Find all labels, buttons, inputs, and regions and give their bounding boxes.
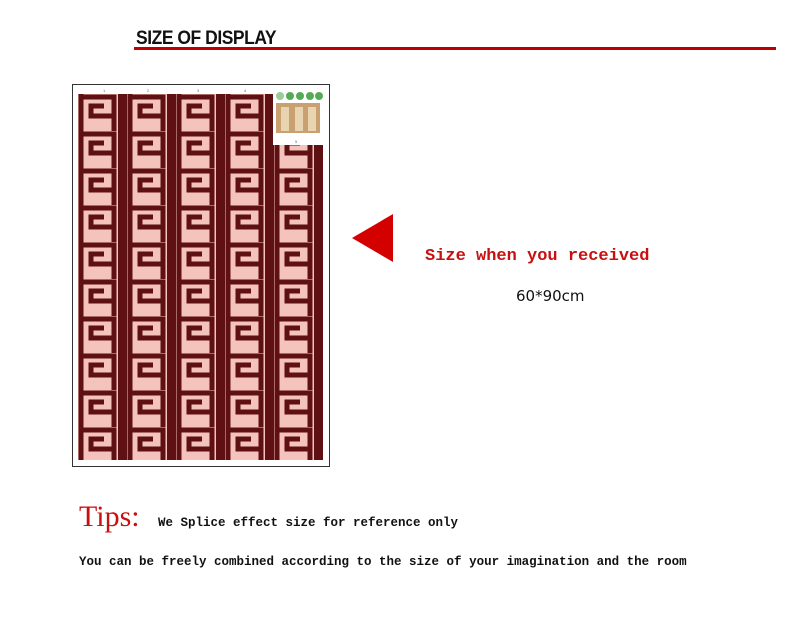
received-size-label: Size when you received bbox=[425, 247, 650, 266]
greek-key-pattern-image: 1 2 3 4 5 bbox=[78, 88, 325, 460]
tip-line-1: We Splice effect size for reference only bbox=[158, 516, 459, 530]
size-value: 60*90cm bbox=[516, 287, 585, 305]
tips-label: Tips: bbox=[79, 500, 140, 533]
strip-number: 2 bbox=[147, 88, 150, 93]
strip-number: 3 bbox=[197, 88, 200, 93]
left-arrow-icon bbox=[352, 214, 393, 262]
strip-number: 4 bbox=[244, 88, 247, 93]
product-preview: 1 2 3 4 5 bbox=[72, 84, 330, 467]
title-underline bbox=[134, 47, 776, 50]
scene-thumbnail bbox=[276, 92, 323, 133]
tip-line-2: You can be freely combined according to … bbox=[79, 555, 687, 569]
strip-number: 1 bbox=[103, 88, 106, 93]
